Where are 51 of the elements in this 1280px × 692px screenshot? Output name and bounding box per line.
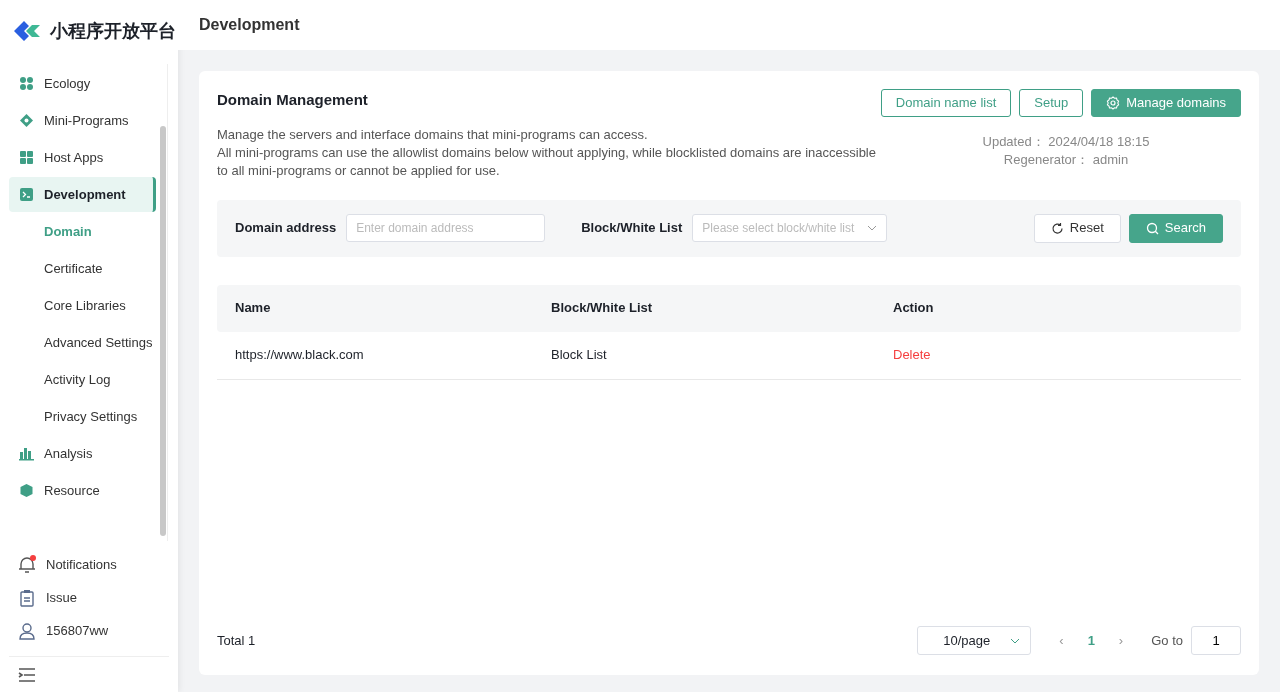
refresh-icon — [1050, 221, 1064, 235]
table-cell-text: https://www.black.com — [234, 346, 365, 365]
section-title: Domain Management — [217, 90, 369, 110]
cube-icon — [19, 483, 34, 498]
reset-button[interactable]: Reset — [1033, 213, 1121, 243]
brand-title: 小程序开放平台 — [50, 19, 176, 43]
sidebar-item[interactable]: Host Apps — [9, 140, 155, 175]
collapse-menu-icon[interactable] — [18, 667, 36, 684]
scrollbar-thumb[interactable] — [160, 126, 166, 536]
sidebar-footer-item[interactable]: Notifications — [0, 548, 178, 582]
sidebar-item[interactable]: Mini-Programs — [9, 103, 155, 138]
description-text: All mini-programs can use the allowlist domains below without applying, while blocklisted domains are inaccessible to all mini-programs or cannot be applied for use. — [217, 143, 877, 180]
search-icon — [1145, 221, 1159, 235]
domain-address-input[interactable]: Enter domain address — [346, 214, 546, 242]
sidebar-footer-item[interactable]: Issue — [0, 581, 178, 615]
column-header: Block/White List — [551, 299, 654, 318]
four-dots-icon — [19, 76, 34, 91]
user-icon — [18, 622, 36, 640]
diamond-icon — [19, 113, 34, 128]
sidebar-subitem[interactable]: Activity Log — [9, 362, 155, 397]
description-text: Manage the servers and interface domains that mini-programs can access. — [217, 125, 649, 144]
goto-label: Go to — [1151, 631, 1183, 650]
terminal-icon — [19, 187, 34, 202]
clipboard-icon — [18, 589, 36, 607]
meta-text: Regenerator： admin — [1003, 152, 1129, 167]
column-header: Action — [893, 299, 935, 318]
meta-text: Updated： 2024/04/18 18:15 — [982, 134, 1150, 149]
bar-chart-icon — [19, 446, 34, 461]
sidebar-item[interactable]: Ecology — [9, 66, 155, 101]
total-count: Total 1 — [217, 631, 256, 650]
gear-icon — [1106, 96, 1121, 110]
sidebar-item[interactable]: Development — [9, 177, 156, 212]
table-cell-text: Block List — [551, 346, 608, 365]
field-label: Domain address — [235, 219, 337, 238]
sidebar-item[interactable]: Analysis — [9, 436, 155, 471]
sidebar-subitem[interactable]: Advanced Settings — [9, 325, 155, 360]
delete-link[interactable]: Delete — [893, 347, 931, 363]
field-label: Block/White List — [581, 219, 683, 238]
sidebar-subitem[interactable]: Privacy Settings — [9, 399, 155, 434]
page-title: Development — [178, 0, 1280, 50]
sidebar-subitem[interactable]: Core Libraries — [9, 288, 155, 323]
column-header: Name — [234, 299, 272, 318]
goto-page-input[interactable]: 1 — [1191, 626, 1241, 655]
logo-icon — [12, 19, 42, 43]
sidebar-footer-item[interactable]: 156807ww — [0, 614, 178, 648]
bell-icon — [18, 556, 36, 574]
grid-icon — [19, 150, 34, 165]
page-size-select[interactable]: 10/page — [917, 626, 1032, 655]
sidebar-subitem[interactable]: Certificate — [9, 251, 155, 286]
sidebar-item[interactable]: Resource — [9, 473, 155, 508]
chevron-down-icon — [867, 223, 878, 233]
